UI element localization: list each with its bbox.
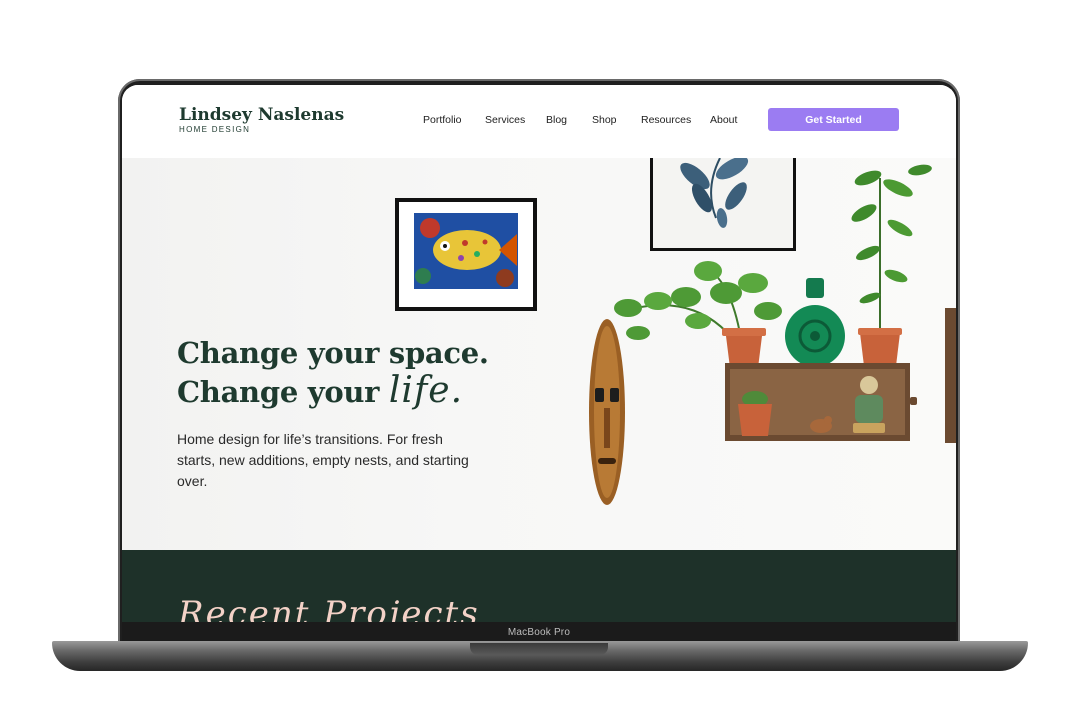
laptop-hinge: MacBook Pro xyxy=(122,622,956,642)
brand-name: Lindsey Naslenas xyxy=(179,105,345,125)
clay-animal-icon xyxy=(810,416,832,433)
nav-item-about[interactable]: About xyxy=(710,114,737,126)
terracotta-pot-icon xyxy=(722,328,766,368)
get-started-button[interactable]: Get Started xyxy=(768,108,899,131)
hero-title-line1: Change your space. xyxy=(177,336,489,370)
brand-tagline: HOME DESIGN xyxy=(179,125,251,134)
cactus-icon xyxy=(738,391,772,436)
nav-item-resources[interactable]: Resources xyxy=(641,114,691,126)
fish-painting-icon xyxy=(395,198,537,311)
hero-section: Change your space. Change your life. Hom… xyxy=(122,158,956,550)
brand-logo[interactable]: Lindsey Naslenas HOME DESIGN xyxy=(179,105,344,134)
hero-subtitle: Home design for life’s transitions. For … xyxy=(177,431,469,489)
hero-title: Change your space. Change your life. xyxy=(177,334,489,411)
browser-screen: Lindsey Naslenas HOME DESIGN Portfolio S… xyxy=(122,85,956,622)
device-label: MacBook Pro xyxy=(507,626,571,638)
nav-item-services[interactable]: Services xyxy=(485,114,525,126)
recent-projects-title: Recent Projects xyxy=(178,594,480,622)
hero-title-line2-prefix: Change your xyxy=(177,375,380,409)
nav-item-blog[interactable]: Blog xyxy=(546,114,567,126)
hero-title-line2: Change your life. xyxy=(177,372,489,411)
green-vase-icon xyxy=(785,278,845,367)
hero-title-script-word: life. xyxy=(388,370,464,411)
leaf-print-icon xyxy=(650,158,796,251)
recent-projects-section: Recent Projects xyxy=(122,550,956,622)
figurine-icon xyxy=(853,376,885,433)
nav-item-portfolio[interactable]: Portfolio xyxy=(423,114,462,126)
wall-frame-edge xyxy=(945,308,956,443)
nav-item-shop[interactable]: Shop xyxy=(592,114,617,126)
site-header: Lindsey Naslenas HOME DESIGN Portfolio S… xyxy=(122,85,956,158)
tall-plant-icon xyxy=(851,164,932,368)
laptop-notch xyxy=(470,643,608,655)
